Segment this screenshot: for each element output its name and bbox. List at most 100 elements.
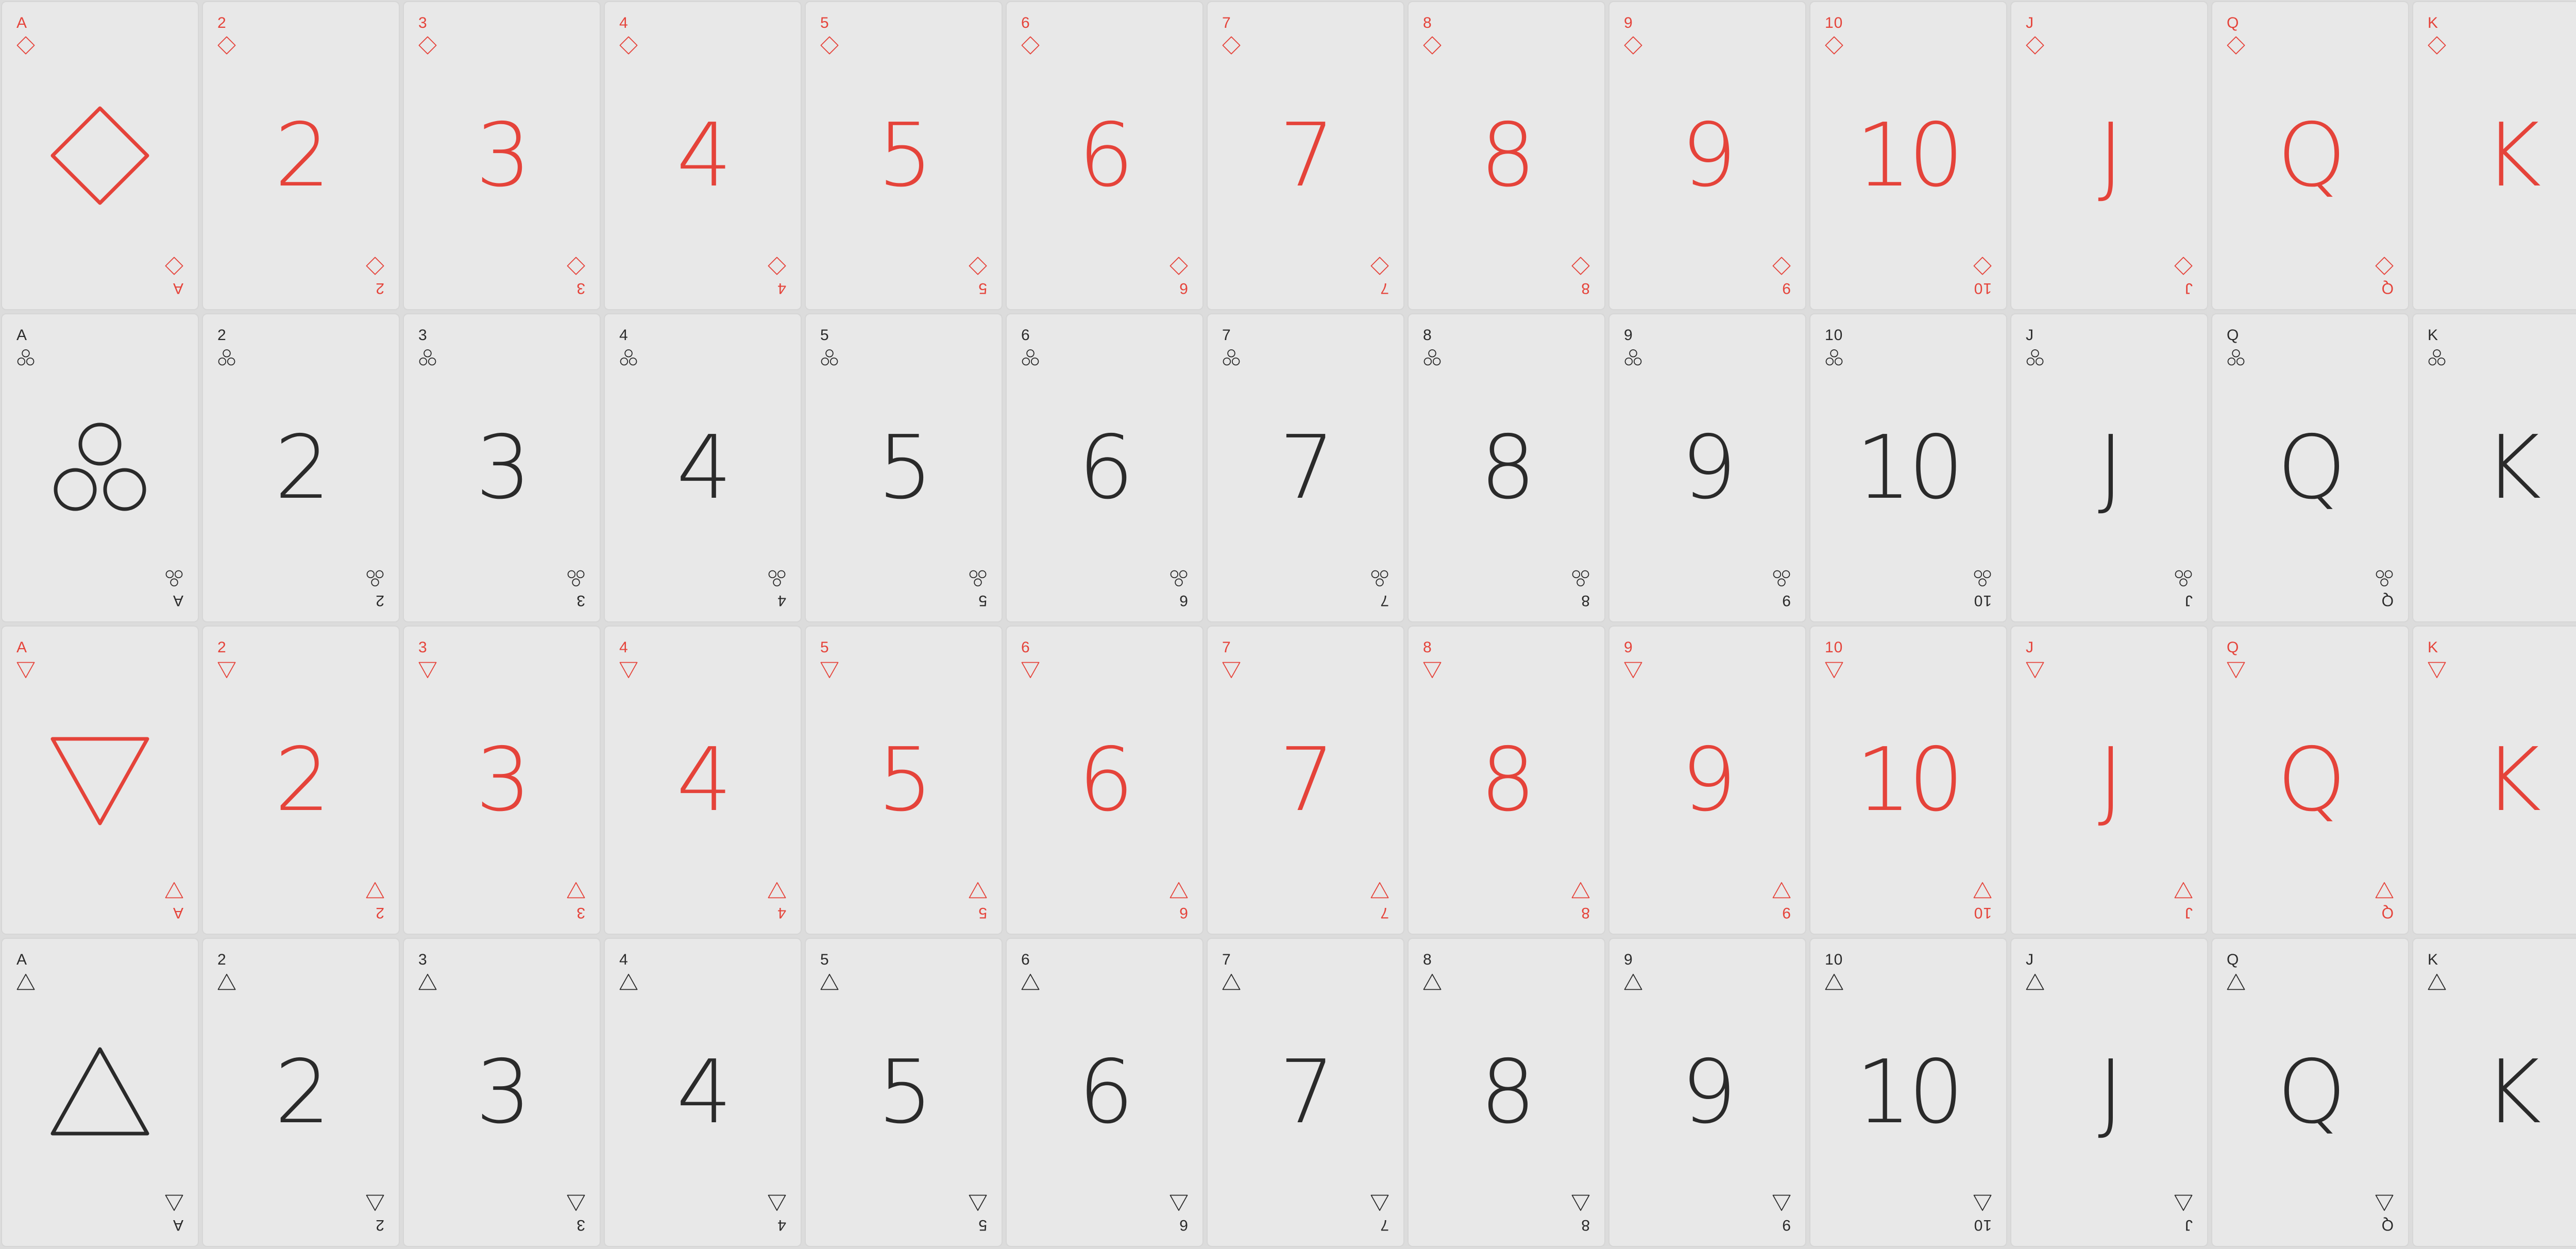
three-circles-icon (1371, 570, 1388, 587)
corner-rank-label: 7 (1222, 14, 1231, 31)
diamond-outline-icon (619, 36, 638, 55)
card-7-of-hearts[interactable]: 7 7 7 (1207, 626, 1404, 935)
card-3-of-diamonds[interactable]: 3 3 3 (403, 1, 601, 310)
corner-rank-label: 4 (619, 639, 629, 656)
diamond-outline-icon (418, 36, 437, 55)
card-5-of-hearts[interactable]: 5 5 5 (805, 626, 1003, 935)
card-8-of-hearts[interactable]: 8 8 8 (1408, 626, 1605, 935)
corner-rank-label-inverted: 6 (1179, 592, 1188, 609)
card-6-of-spades[interactable]: 6 6 6 (1006, 938, 1204, 1247)
three-circles-icon (1223, 349, 1240, 366)
corner-index-top: 7 (1222, 14, 1241, 55)
card-face-center (48, 104, 151, 207)
card-k-of-hearts[interactable]: KKK (2412, 626, 2576, 935)
triangle-up-icon (165, 1194, 183, 1211)
card-7-of-spades[interactable]: 7 7 7 (1207, 938, 1404, 1247)
corner-index-top: 3 (418, 327, 437, 367)
card-2-of-diamonds[interactable]: 2 2 2 (202, 1, 400, 310)
card-9-of-diamonds[interactable]: 9 9 9 (1608, 1, 1806, 310)
corner-rank-label: 5 (820, 951, 829, 968)
card-j-of-clubs[interactable]: J J J (2010, 313, 2208, 622)
corner-rank-label: K (2428, 951, 2439, 968)
card-q-of-clubs[interactable]: Q Q Q (2211, 313, 2409, 622)
card-k-of-spades[interactable]: KKK (2412, 938, 2576, 1247)
triangle-down-icon (768, 882, 786, 899)
card-q-of-hearts[interactable]: Q Q Q (2211, 626, 2409, 935)
corner-index-bottom: 4 (768, 881, 786, 921)
card-2-of-spades[interactable]: 2 2 2 (202, 938, 400, 1247)
card-5-of-clubs[interactable]: 5 5 5 (805, 313, 1003, 622)
corner-rank-label: 8 (1423, 327, 1432, 344)
card-3-of-hearts[interactable]: 3 3 3 (403, 626, 601, 935)
card-j-of-diamonds[interactable]: J J J (2010, 1, 2208, 310)
card-face-center: 8 (1480, 736, 1536, 824)
corner-rank-label-inverted: Q (2381, 1217, 2394, 1234)
card-9-of-hearts[interactable]: 9 9 9 (1608, 626, 1806, 935)
card-10-of-clubs[interactable]: 10 10 10 (1809, 313, 2007, 622)
card-4-of-spades[interactable]: 4 4 4 (604, 938, 802, 1247)
triangle-up-icon (1170, 1194, 1188, 1211)
card-6-of-clubs[interactable]: 6 6 6 (1006, 313, 1204, 622)
triangle-down-icon (1423, 662, 1442, 679)
card-6-of-diamonds[interactable]: 6 6 6 (1006, 1, 1204, 310)
three-circles-icon (366, 570, 384, 587)
three-circles-icon (1170, 570, 1188, 587)
corner-index-top: 2 (217, 14, 236, 55)
triangle-down-icon (1021, 662, 1040, 679)
card-8-of-clubs[interactable]: 8 8 8 (1408, 313, 1605, 622)
triangle-down-icon (2227, 662, 2245, 679)
card-2-of-clubs[interactable]: 2 2 2 (202, 313, 400, 622)
center-rank-label: 6 (1078, 729, 1134, 831)
card-j-of-hearts[interactable]: J J J (2010, 626, 2208, 935)
corner-rank-label-inverted: 2 (375, 592, 384, 609)
card-j-of-spades[interactable]: J J J (2010, 938, 2208, 1247)
corner-rank-label: 2 (217, 951, 227, 968)
card-a-of-spades[interactable]: AA (1, 938, 199, 1247)
card-2-of-hearts[interactable]: 2 2 2 (202, 626, 400, 935)
card-face-center: 6 (1078, 729, 1134, 831)
card-a-of-diamonds[interactable]: AA (1, 1, 199, 310)
card-a-of-clubs[interactable]: AA (1, 313, 199, 622)
card-10-of-hearts[interactable]: 10 10 10 (1809, 626, 2007, 935)
corner-rank-label-inverted: 5 (978, 280, 987, 297)
card-k-of-diamonds[interactable]: KKK (2412, 1, 2576, 310)
corner-index-top: 7 (1222, 951, 1241, 991)
corner-rank-label: 3 (418, 639, 428, 656)
corner-index-top: 8 (1423, 14, 1442, 55)
card-8-of-spades[interactable]: 8 8 8 (1408, 938, 1605, 1247)
corner-index-top: 6 (1021, 639, 1040, 679)
corner-index-top: J (2026, 639, 2044, 679)
card-k-of-clubs[interactable]: KKK (2412, 313, 2576, 622)
diamond-outline-icon (2428, 36, 2446, 55)
card-q-of-spades[interactable]: Q Q Q (2211, 938, 2409, 1247)
card-5-of-spades[interactable]: 5 5 5 (805, 938, 1003, 1247)
triangle-up-icon (768, 1194, 786, 1211)
corner-index-bottom: 5 (969, 1193, 987, 1234)
corner-rank-label: 5 (820, 639, 829, 656)
triangle-up-icon (1021, 973, 1040, 990)
card-8-of-diamonds[interactable]: 8 8 8 (1408, 1, 1605, 310)
card-7-of-diamonds[interactable]: 7 7 7 (1207, 1, 1404, 310)
corner-index-bottom: A (165, 1193, 183, 1234)
card-10-of-spades[interactable]: 10 10 10 (1809, 938, 2007, 1247)
corner-rank-label-inverted: 9 (1782, 904, 1791, 921)
card-5-of-diamonds[interactable]: 5 5 5 (805, 1, 1003, 310)
corner-rank-label: J (2026, 639, 2034, 656)
card-3-of-clubs[interactable]: 3 3 3 (403, 313, 601, 622)
corner-rank-label-inverted: 4 (777, 280, 786, 297)
card-10-of-diamonds[interactable]: 10 10 10 (1809, 1, 2007, 310)
card-3-of-spades[interactable]: 3 3 3 (403, 938, 601, 1247)
card-6-of-hearts[interactable]: 6 6 6 (1006, 626, 1204, 935)
card-a-of-hearts[interactable]: AA (1, 626, 199, 935)
card-4-of-clubs[interactable]: 4 4 4 (604, 313, 802, 622)
card-4-of-diamonds[interactable]: 4 4 4 (604, 1, 802, 310)
card-4-of-hearts[interactable]: 4 4 4 (604, 626, 802, 935)
card-7-of-clubs[interactable]: 7 7 7 (1207, 313, 1404, 622)
card-q-of-diamonds[interactable]: Q Q Q (2211, 1, 2409, 310)
card-face-center: 8 (1480, 1049, 1536, 1136)
triangle-down-icon (2174, 882, 2193, 899)
diamond-outline-icon (2375, 257, 2394, 275)
card-9-of-spades[interactable]: 9 9 9 (1608, 938, 1806, 1247)
card-9-of-clubs[interactable]: 9 9 9 (1608, 313, 1806, 622)
center-rank-label: 10 (1855, 1041, 1964, 1143)
